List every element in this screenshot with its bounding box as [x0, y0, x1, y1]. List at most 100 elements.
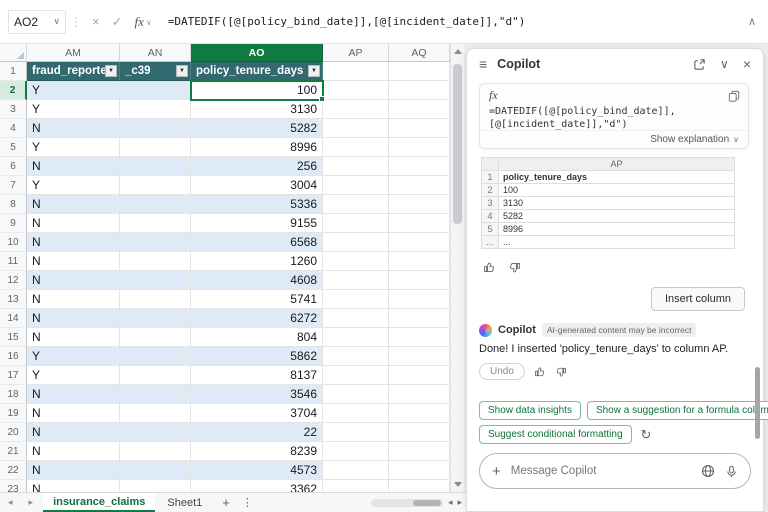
scroll-left-icon[interactable]: ◂ — [448, 497, 453, 508]
suggestion-formula-column[interactable]: Show a suggestion for a formula column — [587, 401, 768, 420]
row-header-10[interactable]: 10 — [0, 233, 27, 252]
sheet-nav-left-icon[interactable]: ◂ — [8, 497, 18, 508]
cancel-icon[interactable]: × — [92, 14, 100, 29]
sheet-tab-insurance-claims[interactable]: insurance_claims — [43, 493, 155, 512]
suggestion-conditional-formatting[interactable]: Suggest conditional formatting — [479, 425, 632, 444]
row-header-1[interactable]: 1 — [0, 62, 27, 81]
cell-AO8[interactable]: 5336 — [191, 195, 323, 214]
more-sheets-icon[interactable]: ⋮ — [242, 496, 253, 509]
insert-function-dropdown-icon[interactable]: ∨ — [146, 18, 152, 27]
cell-AM3[interactable]: Y — [27, 100, 120, 119]
row-header-17[interactable]: 17 — [0, 366, 27, 385]
cell-AO20[interactable]: 22 — [191, 423, 323, 442]
cell-AM8[interactable]: N — [27, 195, 120, 214]
cell-AM15[interactable]: N — [27, 328, 120, 347]
table-header-cell-AN1[interactable]: _c39▼ — [120, 62, 191, 81]
cell-AQ8[interactable] — [389, 195, 450, 214]
cell-AM14[interactable]: N — [27, 309, 120, 328]
cell-AP20[interactable] — [323, 423, 389, 442]
table-header-cell-AO1[interactable]: policy_tenure_days▼ — [191, 62, 323, 81]
cell-AN2[interactable] — [120, 81, 191, 100]
cell-AP9[interactable] — [323, 214, 389, 233]
thumbs-up-icon[interactable] — [534, 366, 546, 378]
cell-AM16[interactable]: Y — [27, 347, 120, 366]
sheet-tab-sheet1[interactable]: Sheet1 — [157, 493, 212, 512]
cell-AP4[interactable] — [323, 119, 389, 138]
cell-AM17[interactable]: Y — [27, 366, 120, 385]
cell-AP3[interactable] — [323, 100, 389, 119]
scroll-right-icon[interactable]: ▸ — [457, 497, 462, 508]
cell-AP15[interactable] — [323, 328, 389, 347]
column-header-AQ[interactable]: AQ — [389, 44, 450, 62]
cell-AO7[interactable]: 3004 — [191, 176, 323, 195]
cell-AN16[interactable] — [120, 347, 191, 366]
thumbs-down-icon[interactable] — [508, 261, 521, 274]
cell-AP2[interactable] — [323, 81, 389, 100]
cell-AQ16[interactable] — [389, 347, 450, 366]
thumbs-up-icon[interactable] — [483, 261, 496, 274]
cell-AM4[interactable]: N — [27, 119, 120, 138]
cell-AN19[interactable] — [120, 404, 191, 423]
refresh-suggestions-icon[interactable]: ↻ — [641, 427, 652, 443]
cell-AO11[interactable]: 1260 — [191, 252, 323, 271]
row-header-4[interactable]: 4 — [0, 119, 27, 138]
horizontal-scrollbar-thumb[interactable] — [413, 500, 441, 506]
cell-AQ9[interactable] — [389, 214, 450, 233]
row-header-20[interactable]: 20 — [0, 423, 27, 442]
globe-icon[interactable] — [701, 464, 715, 478]
horizontal-scrollbar[interactable]: ◂ ▸ — [371, 497, 462, 508]
cell-AO17[interactable]: 8137 — [191, 366, 323, 385]
insert-function-icon[interactable]: fx — [135, 14, 144, 30]
cell-AN12[interactable] — [120, 271, 191, 290]
row-header-15[interactable]: 15 — [0, 328, 27, 347]
add-sheet-icon[interactable]: + — [222, 495, 230, 510]
filter-icon[interactable]: ▼ — [308, 65, 320, 77]
row-header-16[interactable]: 16 — [0, 347, 27, 366]
cell-AM10[interactable]: N — [27, 233, 120, 252]
cell-AQ20[interactable] — [389, 423, 450, 442]
scroll-down-icon[interactable] — [454, 482, 462, 487]
cell-AO16[interactable]: 5862 — [191, 347, 323, 366]
insert-column-button[interactable]: Insert column — [651, 287, 745, 311]
row-header-21[interactable]: 21 — [0, 442, 27, 461]
row-header-3[interactable]: 3 — [0, 100, 27, 119]
cell-AN6[interactable] — [120, 157, 191, 176]
cell-AO10[interactable]: 6568 — [191, 233, 323, 252]
cell-AQ12[interactable] — [389, 271, 450, 290]
cell-AO2[interactable]: 100 — [191, 81, 323, 100]
row-header-9[interactable]: 9 — [0, 214, 27, 233]
cell-AQ15[interactable] — [389, 328, 450, 347]
suggestion-show-data-insights[interactable]: Show data insights — [479, 401, 581, 420]
cell-AO21[interactable]: 8239 — [191, 442, 323, 461]
cell-AP18[interactable] — [323, 385, 389, 404]
cell-AP11[interactable] — [323, 252, 389, 271]
row-header-8[interactable]: 8 — [0, 195, 27, 214]
cell-AQ10[interactable] — [389, 233, 450, 252]
cell-AO12[interactable]: 4608 — [191, 271, 323, 290]
cell-AN3[interactable] — [120, 100, 191, 119]
sheet-nav-right-icon[interactable]: ▸ — [29, 497, 39, 508]
cell-AM21[interactable]: N — [27, 442, 120, 461]
row-header-22[interactable]: 22 — [0, 461, 27, 480]
undo-button[interactable]: Undo — [479, 363, 525, 380]
cell-AN17[interactable] — [120, 366, 191, 385]
panel-scrollbar-thumb[interactable] — [755, 367, 760, 439]
cell-AM7[interactable]: Y — [27, 176, 120, 195]
cell-AQ11[interactable] — [389, 252, 450, 271]
cell-AQ6[interactable] — [389, 157, 450, 176]
column-header-AO[interactable]: AO — [191, 44, 323, 62]
row-header-19[interactable]: 19 — [0, 404, 27, 423]
cell-AN11[interactable] — [120, 252, 191, 271]
cell-AQ23[interactable] — [389, 480, 450, 492]
cell-AN22[interactable] — [120, 461, 191, 480]
cell-AP19[interactable] — [323, 404, 389, 423]
row-header-2[interactable]: 2 — [0, 81, 27, 100]
select-all-corner[interactable] — [0, 44, 27, 62]
close-icon[interactable]: × — [743, 56, 751, 72]
cell-AP1[interactable] — [323, 62, 389, 81]
cell-AN20[interactable] — [120, 423, 191, 442]
cell-AP22[interactable] — [323, 461, 389, 480]
row-header-7[interactable]: 7 — [0, 176, 27, 195]
scroll-up-icon[interactable] — [454, 49, 462, 54]
fill-handle[interactable] — [319, 96, 325, 102]
